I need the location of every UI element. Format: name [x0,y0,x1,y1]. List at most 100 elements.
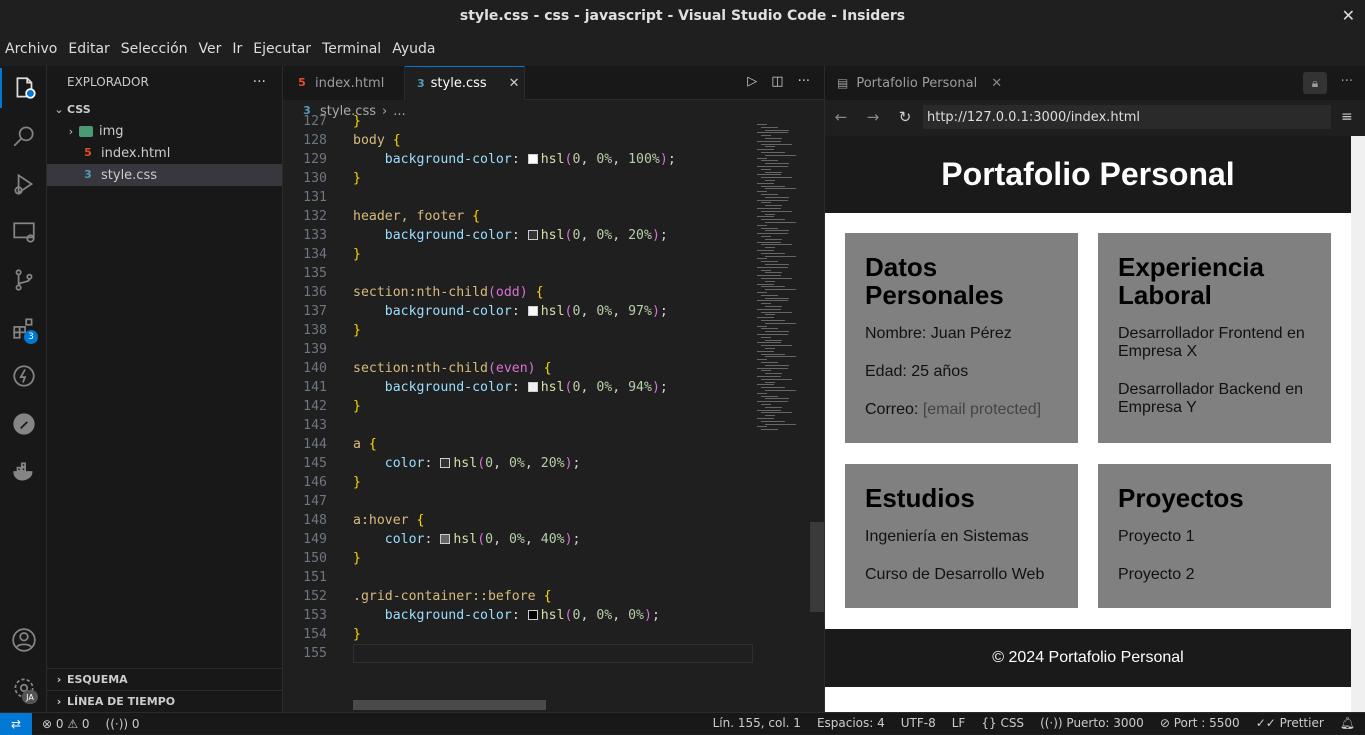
search-icon[interactable] [0,116,47,156]
css-number: 0% [596,228,613,243]
end-of-line[interactable]: LF [952,716,966,730]
minimap-line [761,395,778,397]
menu-editar[interactable]: Editar [68,41,109,57]
explorer-icon[interactable] [0,68,47,108]
live-server-port[interactable]: ⊘ Port : 5500 [1160,716,1240,730]
vertical-scrollbar-thumb[interactable] [810,522,824,612]
line-number: 149 [303,532,327,547]
timeline-label: LÍNEA DE TIEMPO [67,695,176,708]
css-function: hsl [453,456,478,471]
more-actions-icon[interactable]: ··· [798,74,810,89]
colon: : [511,152,528,167]
card-line: Ingeniería en Sistemas [865,528,1029,545]
menu-icon[interactable]: ≡ [1341,109,1353,125]
prettier-status[interactable]: ✓✓ Prettier [1256,716,1324,730]
minimap-line [761,278,792,279]
code-line: 131 [283,188,753,207]
close-tab-icon[interactable]: ✕ [991,76,1002,91]
remote-indicator-icon[interactable]: ⇄ [0,712,32,735]
language-mode[interactable]: {} CSS [981,716,1024,730]
tab-index-html[interactable]: 5 index.html [283,66,405,100]
code-area[interactable]: 127 } 128 body {129 background-color: hsl… [283,114,753,712]
more-actions-icon[interactable]: ··· [1341,74,1353,89]
outline-section[interactable]: › ESQUEMA [47,668,283,690]
browser-scrollbar[interactable] [1351,136,1365,712]
forward-arrow-icon[interactable]: → [857,108,889,126]
port-3000[interactable]: ((·)) Puerto: 3000 [1040,716,1144,730]
notifications-bell-icon[interactable]: 🔔︎ [1340,716,1355,730]
indentation[interactable]: Espacios: 4 [817,716,885,730]
docker-icon[interactable] [0,452,47,492]
timeline-section[interactable]: › LÍNEA DE TIEMPO [47,690,283,712]
css-number: 0% [596,608,613,623]
color-swatch[interactable] [527,230,538,240]
source-control-icon[interactable] [0,260,47,300]
minimap-line [757,342,781,344]
close-window-icon[interactable]: ✕ [1342,6,1355,25]
minimap-line [761,429,778,431]
minimap-line [765,230,789,232]
color-swatch[interactable] [440,458,451,468]
tree-item-label: style.css [101,167,157,183]
minimap-line [761,294,778,296]
split-editor-icon[interactable]: ◫ [771,74,783,89]
reload-icon[interactable]: ↻ [889,108,921,126]
close-tab-icon[interactable]: ✕ [509,76,520,91]
run-icon[interactable]: ▷ [747,74,757,89]
back-arrow-icon[interactable]: ← [825,108,857,126]
horizontal-scrollbar[interactable] [353,700,546,710]
run-debug-icon[interactable] [0,164,47,204]
lock-icon[interactable]: 🔒︎ [1303,72,1327,94]
paren: ) [659,152,668,167]
menu-ejecutar[interactable]: Ejecutar [253,41,311,57]
menu-ver[interactable]: Ver [199,41,222,57]
paren: ) [644,608,652,623]
minimap-line [757,182,774,184]
code-text: } [353,247,361,262]
semicolon: ; [572,532,581,547]
minimap-line [757,409,781,411]
menu-ir[interactable]: Ir [232,41,242,57]
settings-gear-icon[interactable]: JA [0,668,47,708]
cursor-position[interactable]: Lín. 155, col. 1 [713,716,801,730]
minimap[interactable] [753,122,811,712]
live-share-icon[interactable] [0,404,47,444]
color-swatch[interactable] [527,610,538,620]
browser-preview: ▤ Portafolio Personal ✕ 🔒︎ ··· ← → ↻ htt… [824,66,1365,712]
code-line: 140 section:nth-child(even) { [283,359,753,378]
menu-archivo[interactable]: Archivo [5,41,57,57]
remote-explorer-icon[interactable] [0,212,47,252]
folder-root[interactable]: ⌄ CSS [47,98,282,120]
menu-seleccion[interactable]: Selección [121,41,188,57]
color-swatch[interactable] [440,534,451,544]
encoding[interactable]: UTF-8 [901,716,936,730]
page-footer: © 2024 Portafolio Personal [825,629,1351,687]
minimap-line [761,320,785,321]
problems-indicator[interactable]: ⊗ 0 ⚠ 0 [42,717,90,731]
menu-ayuda[interactable]: Ayuda [392,41,435,57]
tree-item-img[interactable]: › img [47,120,282,142]
color-swatch[interactable] [527,154,538,164]
ports-indicator[interactable]: ((·)) 0 [106,717,140,731]
tree-item-style-css[interactable]: 3 style.css [47,164,282,186]
minimap-line [757,401,788,403]
semicolon: ; [651,608,660,623]
line-number: 129 [303,152,327,167]
color-swatch[interactable] [527,306,538,316]
color-swatch[interactable] [527,382,538,392]
card-line-email: Correo: [email protected] [865,401,1058,419]
email-link[interactable]: [email protected] [923,401,1041,418]
tab-style-css[interactable]: 3 style.css ✕ [405,66,525,100]
css-function: hsl [540,608,565,623]
more-actions-icon[interactable]: ··· [253,74,266,90]
account-icon[interactable] [0,620,47,660]
minimap-line [765,138,782,139]
menu-terminal[interactable]: Terminal [322,41,381,57]
minimap-line [761,336,771,338]
tree-item-index-html[interactable]: 5 index.html [47,142,282,164]
url-input[interactable]: http://127.0.0.1:3000/index.html [923,105,1331,129]
lightning-icon[interactable] [0,356,47,396]
browser-tab[interactable]: ▤ Portafolio Personal ✕ 🔒︎ ··· [825,66,1365,100]
extensions-icon[interactable]: 3 [0,308,47,348]
